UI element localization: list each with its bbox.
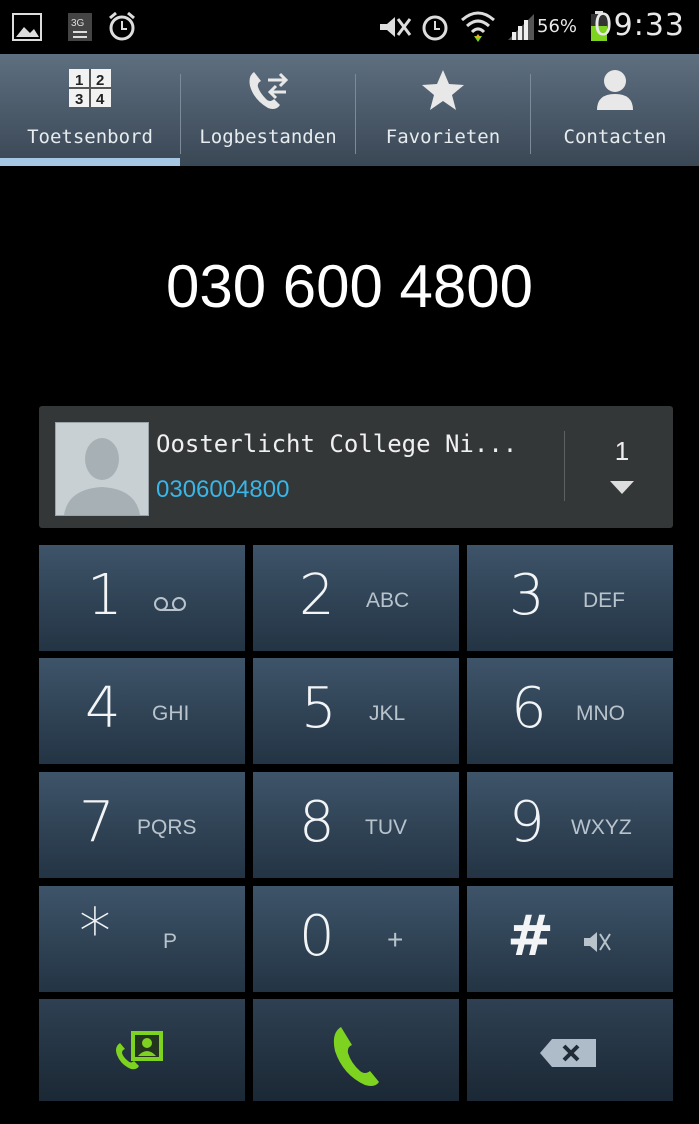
key-letters: + (387, 924, 404, 955)
key-1[interactable]: 1 (39, 545, 245, 651)
key-digit: 2 (299, 563, 335, 628)
key-hash[interactable]: # (467, 886, 673, 992)
key-letters: MNO (576, 702, 625, 725)
key-9[interactable]: 9 WXYZ (467, 772, 673, 878)
tab-keypad[interactable]: 1 2 3 4 Toetsenbord (0, 54, 180, 166)
key-2[interactable]: 2 ABC (253, 545, 459, 651)
key-letters: TUV (365, 816, 407, 839)
star-icon (422, 70, 464, 110)
key-digit: # (507, 904, 554, 969)
key-digit: 7 (79, 790, 115, 855)
key-4[interactable]: 4 GHI (39, 658, 245, 764)
clock: 09:33 (593, 8, 685, 43)
key-digit: 6 (511, 676, 547, 741)
svg-text:4: 4 (96, 91, 105, 108)
call-log-icon (249, 72, 289, 109)
alarm-icon (422, 15, 448, 41)
key-letters: DEF (583, 589, 625, 612)
tab-logs[interactable]: Logbestanden (181, 54, 355, 166)
key-digit: 4 (85, 676, 121, 741)
key-letters: WXYZ (571, 816, 632, 839)
backspace-button[interactable] (467, 999, 673, 1101)
call-button[interactable] (253, 999, 459, 1101)
wifi-icon (461, 11, 495, 42)
tab-label: Contacten (563, 126, 667, 148)
expand-arrow-icon[interactable] (610, 481, 634, 494)
contact-suggestion[interactable]: Oosterlicht College Ni... 0306004800 1 (39, 406, 673, 528)
backspace-icon (540, 1039, 596, 1067)
match-count: 1 (614, 436, 630, 466)
alarm-clock-icon (109, 11, 135, 41)
key-digit: 5 (301, 676, 337, 741)
key-letters: ABC (366, 589, 410, 612)
key-letters: GHI (152, 702, 190, 725)
phone-call-icon (333, 1027, 379, 1086)
tab-selected-indicator (0, 158, 180, 166)
key-star[interactable]: * P (39, 886, 245, 992)
key-5[interactable]: 5 JKL (253, 658, 459, 764)
key-letters: P (163, 930, 178, 953)
key-3[interactable]: 3 DEF (467, 545, 673, 651)
svg-text:3: 3 (75, 91, 83, 108)
tab-bar: 1 2 3 4 Toetsenbord Logbestanden Favorie… (0, 54, 699, 166)
key-letters: JKL (369, 702, 406, 725)
key-letters: PQRS (137, 816, 197, 839)
tab-label: Logbestanden (199, 126, 337, 148)
signal-icon (508, 14, 534, 40)
avatar (55, 422, 149, 516)
image-icon (12, 13, 42, 41)
person-placeholder-icon (56, 423, 148, 515)
person-icon (597, 70, 633, 110)
status-bar: 3G 56% 09:33 (0, 0, 699, 54)
contact-number: 0306004800 (156, 476, 290, 503)
key-digit: 3 (509, 563, 545, 628)
svg-text:3G: 3G (71, 18, 85, 29)
tab-favorites[interactable]: Favorieten (356, 54, 530, 166)
tab-contacts[interactable]: Contacten (531, 54, 699, 166)
contact-name: Oosterlicht College Ni... (156, 430, 518, 458)
key-7[interactable]: 7 PQRS (39, 772, 245, 878)
dialed-number[interactable]: 030 600 4800 (0, 252, 699, 321)
tab-label: Toetsenbord (27, 126, 153, 148)
voicemail-icon (154, 597, 186, 611)
mute-icon (584, 932, 611, 952)
mute-icon (380, 17, 412, 37)
svg-text:2: 2 (96, 72, 104, 89)
keypad-icon: 1 2 3 4 (69, 69, 111, 108)
key-8[interactable]: 8 TUV (253, 772, 459, 878)
key-6[interactable]: 6 MNO (467, 658, 673, 764)
tab-label: Favorieten (385, 126, 501, 148)
key-0[interactable]: 0 + (253, 886, 459, 992)
add-to-contacts-button[interactable] (39, 999, 245, 1101)
battery-percent: 56% (537, 16, 578, 37)
key-digit: 9 (509, 790, 545, 855)
key-digit: 1 (87, 563, 123, 628)
3g-icon: 3G (68, 13, 92, 41)
key-digit: 0 (299, 904, 335, 969)
add-contact-icon (116, 1031, 163, 1070)
svg-text:1: 1 (75, 72, 83, 89)
key-digit: 8 (299, 790, 335, 855)
key-digit: * (79, 896, 111, 970)
